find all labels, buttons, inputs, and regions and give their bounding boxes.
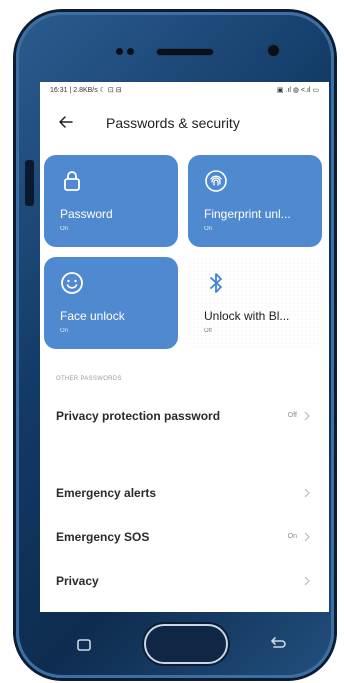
row-label: Privacy bbox=[56, 574, 99, 588]
back-arrow-icon[interactable] bbox=[56, 112, 76, 132]
status-left: 16:31 | 2.8KB/s ☾ ⊡ ⊟ bbox=[50, 87, 122, 94]
row-label: Emergency alerts bbox=[56, 486, 157, 500]
hardware-nav-bar bbox=[40, 612, 329, 672]
row-label: Privacy protection password bbox=[56, 409, 221, 423]
sensor-dot bbox=[127, 48, 134, 55]
header: Passwords & security bbox=[40, 108, 329, 138]
row-value: Off bbox=[287, 412, 297, 419]
tile-label: Fingerprint unl... bbox=[204, 207, 291, 221]
chevron-right-icon bbox=[304, 411, 310, 421]
bluetooth-icon bbox=[210, 273, 222, 293]
fingerprint-icon bbox=[205, 170, 227, 192]
chevron-right-icon bbox=[304, 488, 310, 498]
screen: 16:31 | 2.8KB/s ☾ ⊡ ⊟ ▣ .ıl ◍ ˂.ıl ▭ Pas… bbox=[40, 82, 329, 612]
tile-fingerprint[interactable]: Fingerprint unl... On bbox=[188, 155, 322, 247]
sensor-dot bbox=[116, 48, 123, 55]
chevron-right-icon bbox=[304, 532, 310, 542]
side-button bbox=[25, 160, 34, 206]
tile-password[interactable]: Password On bbox=[44, 155, 178, 247]
row-label: Emergency SOS bbox=[56, 530, 150, 544]
row-emergency-sos[interactable]: Emergency SOS On bbox=[56, 525, 313, 549]
row-value: On bbox=[287, 533, 297, 540]
tile-state: On bbox=[204, 226, 213, 232]
recent-apps-icon[interactable] bbox=[76, 638, 92, 652]
earpiece-speaker bbox=[157, 49, 213, 55]
page-title: Passwords & security bbox=[106, 115, 240, 131]
tile-state: On bbox=[60, 226, 69, 232]
row-privacy[interactable]: Privacy bbox=[56, 569, 313, 593]
section-header: OTHER PASSWORDS bbox=[56, 376, 122, 382]
tile-state: On bbox=[60, 328, 69, 334]
tile-state: Off bbox=[204, 328, 212, 334]
front-camera bbox=[268, 45, 279, 56]
tile-bluetooth-unlock[interactable]: Unlock with Bl... Off bbox=[188, 257, 322, 349]
tile-label: Password bbox=[60, 207, 113, 221]
status-right: ▣ .ıl ◍ ˂.ıl ▭ bbox=[276, 87, 319, 94]
home-button[interactable] bbox=[144, 624, 228, 664]
row-emergency-alerts[interactable]: Emergency alerts bbox=[56, 481, 313, 505]
tile-label: Unlock with Bl... bbox=[204, 309, 290, 323]
chevron-right-icon bbox=[304, 576, 310, 586]
row-privacy-protection-password[interactable]: Privacy protection password Off bbox=[56, 404, 313, 428]
tile-face-unlock[interactable]: Face unlock On bbox=[44, 257, 178, 349]
status-bar: 16:31 | 2.8KB/s ☾ ⊡ ⊟ ▣ .ıl ◍ ˂.ıl ▭ bbox=[50, 86, 319, 98]
back-icon[interactable] bbox=[269, 636, 287, 652]
lock-icon bbox=[64, 171, 80, 191]
tile-label: Face unlock bbox=[60, 309, 125, 323]
face-icon bbox=[61, 272, 83, 294]
